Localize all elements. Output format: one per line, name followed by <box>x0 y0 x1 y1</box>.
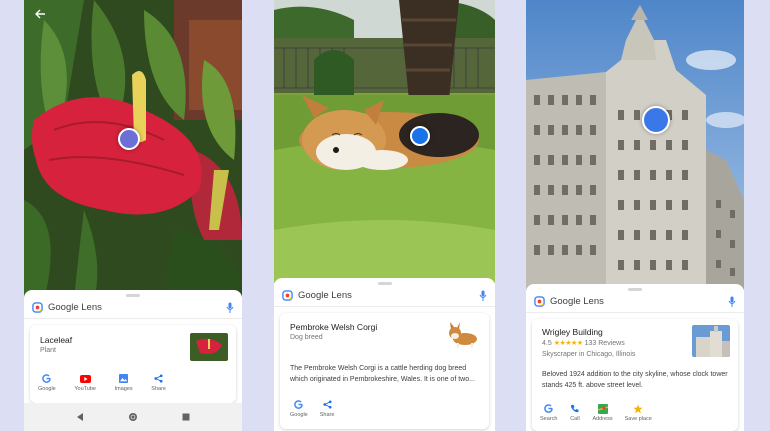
result-thumbnail[interactable] <box>443 319 481 351</box>
home-icon[interactable] <box>128 412 138 422</box>
result-card[interactable]: Laceleaf Plant Google YouTube Images Sha… <box>30 325 236 403</box>
android-nav-bar <box>24 403 242 431</box>
result-title: Wrigley Building <box>542 327 603 337</box>
lens-header: Google Lens <box>274 285 495 307</box>
map-icon <box>597 403 608 414</box>
images-icon <box>119 374 129 383</box>
google-lens-icon <box>32 302 43 313</box>
star-icon <box>633 404 643 413</box>
google-icon <box>294 400 304 409</box>
action-share-label: Share <box>151 386 166 392</box>
review-count[interactable]: 133 Reviews <box>585 340 625 347</box>
action-google[interactable]: Google <box>290 399 308 418</box>
action-address[interactable]: Address <box>592 403 613 422</box>
recents-icon[interactable] <box>182 413 190 421</box>
action-row: Google Share <box>290 399 334 418</box>
action-share[interactable]: Share <box>319 399 335 418</box>
action-call-label: Call <box>570 416 580 422</box>
lens-header: Google Lens <box>24 297 242 319</box>
result-description: The Pembroke Welsh Corgi is a cattle her… <box>290 365 475 383</box>
action-share-label: Share <box>319 412 335 418</box>
back-arrow-icon[interactable] <box>34 8 46 20</box>
microphone-icon[interactable] <box>728 296 736 308</box>
selection-dot[interactable] <box>642 106 670 134</box>
google-lens-icon <box>534 296 545 307</box>
google-lens-icon <box>282 290 293 301</box>
action-call[interactable]: Call <box>569 403 580 422</box>
phone-icon <box>571 404 579 413</box>
result-subtitle: Plant <box>40 347 56 354</box>
lens-result-sheet: Google Lens Laceleaf Plant Google YouTub… <box>24 290 242 431</box>
phone-screen-laceleaf: Google Lens Laceleaf Plant Google YouTub… <box>24 0 242 431</box>
selection-dot[interactable] <box>118 128 140 150</box>
action-address-label: Address <box>592 416 613 422</box>
camera-view-building <box>526 0 744 290</box>
camera-view-corgi <box>274 0 495 283</box>
rating-value: 4.5 <box>542 339 552 347</box>
result-thumbnail[interactable] <box>692 325 730 357</box>
rating-row: 4.5 ★★★★★ 133 Reviews <box>542 339 625 348</box>
microphone-icon[interactable] <box>479 290 487 302</box>
lens-title: Google Lens <box>48 302 102 313</box>
phone-screen-wrigley-building: Google Lens Wrigley Building 4.5 ★★★★★ 1… <box>526 0 744 431</box>
action-youtube-label: YouTube <box>74 386 96 392</box>
result-thumbnail[interactable] <box>190 333 228 361</box>
camera-view-flower <box>24 0 242 300</box>
action-youtube[interactable]: YouTube <box>74 373 96 392</box>
selection-dot[interactable] <box>410 126 430 146</box>
result-subtitle: Dog breed <box>290 334 323 341</box>
share-icon <box>154 374 163 383</box>
action-save-place-label: Save place <box>624 416 652 422</box>
action-search[interactable]: Search <box>540 403 557 422</box>
result-description: Beloved 1924 addition to the city skylin… <box>542 371 728 389</box>
action-images-label: Images <box>114 386 133 392</box>
share-icon <box>323 400 332 409</box>
lens-header: Google Lens <box>526 291 744 313</box>
action-save-place[interactable]: Save place <box>625 403 652 422</box>
rating-stars: ★★★★★ <box>553 340 583 347</box>
action-google-label: Google <box>290 412 308 418</box>
lens-title: Google Lens <box>550 296 604 307</box>
back-icon[interactable] <box>76 413 84 421</box>
action-share[interactable]: Share <box>151 373 166 392</box>
result-card[interactable]: Pembroke Welsh Corgi Dog breed The Pembr… <box>280 313 489 429</box>
result-title: Pembroke Welsh Corgi <box>290 322 378 332</box>
action-search-label: Search <box>540 416 558 422</box>
action-row: Google YouTube Images Share <box>38 373 166 392</box>
google-icon <box>544 404 554 413</box>
lens-result-sheet: Google Lens Wrigley Building 4.5 ★★★★★ 1… <box>526 284 744 431</box>
result-subtitle: Skyscraper in Chicago, Illinois <box>542 351 636 358</box>
action-images[interactable]: Images <box>115 373 133 392</box>
action-google-label: Google <box>38 386 56 392</box>
google-icon <box>42 374 52 383</box>
youtube-icon <box>79 374 91 383</box>
result-title: Laceleaf <box>40 335 73 345</box>
action-google[interactable]: Google <box>38 373 56 392</box>
action-row: Search Call Address Save place <box>540 403 652 422</box>
lens-result-sheet: Google Lens Pembroke Welsh Corgi Dog bre… <box>274 278 495 431</box>
lens-title: Google Lens <box>298 290 352 301</box>
microphone-icon[interactable] <box>226 302 234 314</box>
result-card[interactable]: Wrigley Building 4.5 ★★★★★ 133 Reviews S… <box>532 319 738 431</box>
phone-screen-corgi: Google Lens Pembroke Welsh Corgi Dog bre… <box>274 0 495 431</box>
